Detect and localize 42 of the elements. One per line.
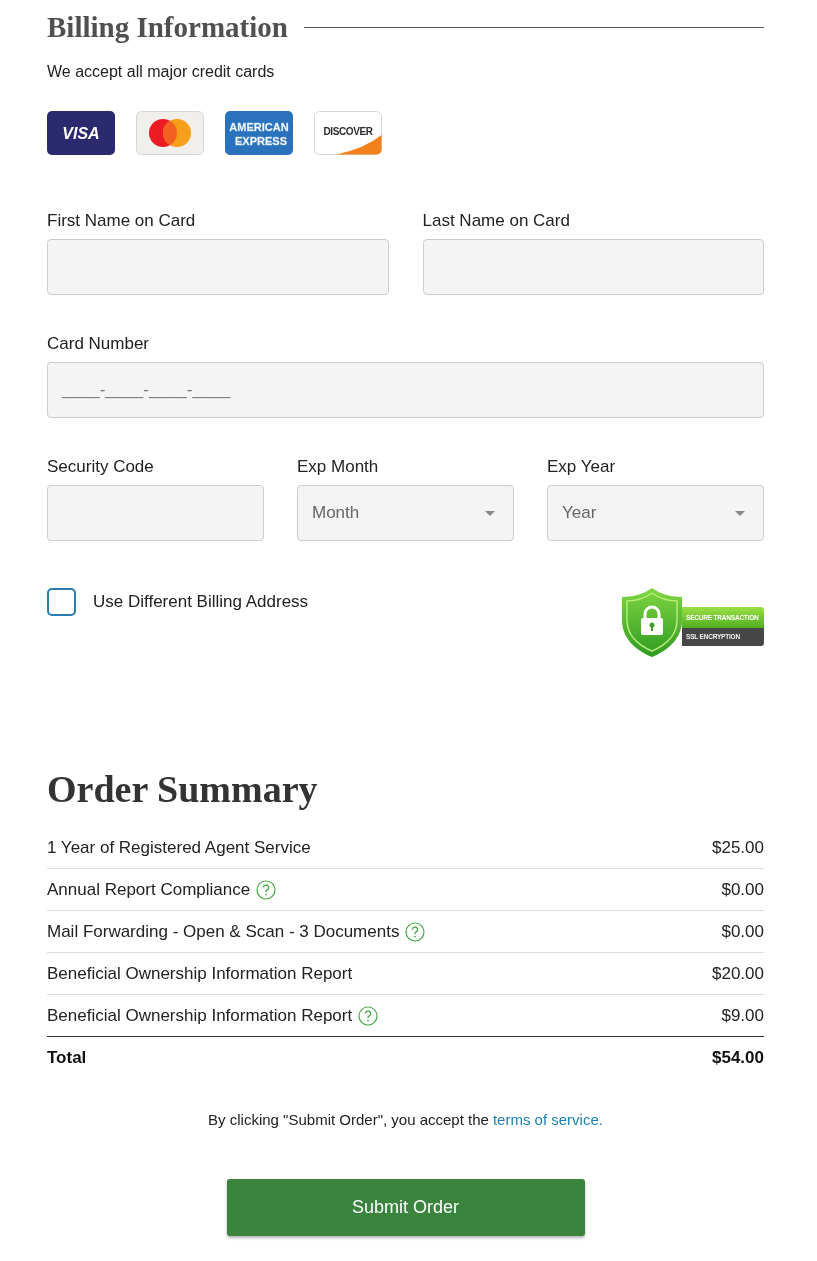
field-label: Security Code — [47, 456, 155, 478]
field-label: Card Number — [47, 333, 151, 355]
overlapping-circles-logo-icon — [136, 111, 204, 155]
item-price: $0.00 — [721, 920, 764, 943]
dropdown[interactable]: Year — [547, 485, 764, 541]
input-field[interactable] — [47, 239, 389, 295]
submit-button[interactable]: Submit Order — [226, 1179, 585, 1236]
terms-link[interactable]: terms of service. — [492, 1111, 603, 1128]
total-amount: $54.00 — [712, 1047, 764, 1069]
caret-icon — [485, 510, 495, 516]
field-label: First Name on Card — [47, 210, 197, 232]
input-field[interactable]: ____-____-____-____ — [47, 362, 764, 418]
input-field[interactable] — [422, 239, 764, 295]
visa-logo: VISA — [47, 111, 115, 155]
total-label: Total — [47, 1047, 87, 1069]
item-name: Annual Report Compliance — [47, 878, 251, 901]
item-price: $0.00 — [721, 878, 764, 901]
accepted-cards-note: We accept all major credit cards — [47, 62, 276, 82]
field-label: Exp Month — [297, 456, 380, 478]
help-icon[interactable] — [256, 879, 277, 900]
item-name: Beneficial Ownership Information Report — [47, 962, 353, 985]
section-heading: Order Summary — [47, 767, 319, 812]
dropdown[interactable]: Month — [297, 485, 514, 541]
item-name: Beneficial Ownership Information Report — [47, 1004, 353, 1027]
amex-logo: AMERICAN EXPRESS — [225, 111, 293, 155]
item-name: 1 Year of Registered Agent Service — [47, 836, 311, 859]
item-price: $20.00 — [712, 962, 764, 985]
field-label: Last Name on Card — [422, 210, 571, 232]
section-heading: Billing Information — [47, 10, 288, 45]
shield-lock-icon — [620, 587, 684, 658]
item-name: Mail Forwarding - Open & Scan - 3 Documents — [47, 920, 400, 943]
help-icon[interactable] — [405, 921, 426, 942]
discover-logo: DISCOVER — [314, 111, 382, 155]
input-field[interactable] — [47, 485, 264, 541]
item-price: $25.00 — [712, 836, 764, 859]
caret-icon — [735, 510, 745, 516]
item-price: $9.00 — [721, 1004, 764, 1027]
terms-notice: By clicking "Submit Order", you accept the terms of service. — [207, 1110, 604, 1130]
checkbox[interactable] — [47, 588, 76, 616]
field-label: Exp Year — [547, 456, 617, 478]
help-icon[interactable] — [358, 1005, 379, 1026]
checkbox-label: Use Different Billing Address — [93, 591, 309, 613]
